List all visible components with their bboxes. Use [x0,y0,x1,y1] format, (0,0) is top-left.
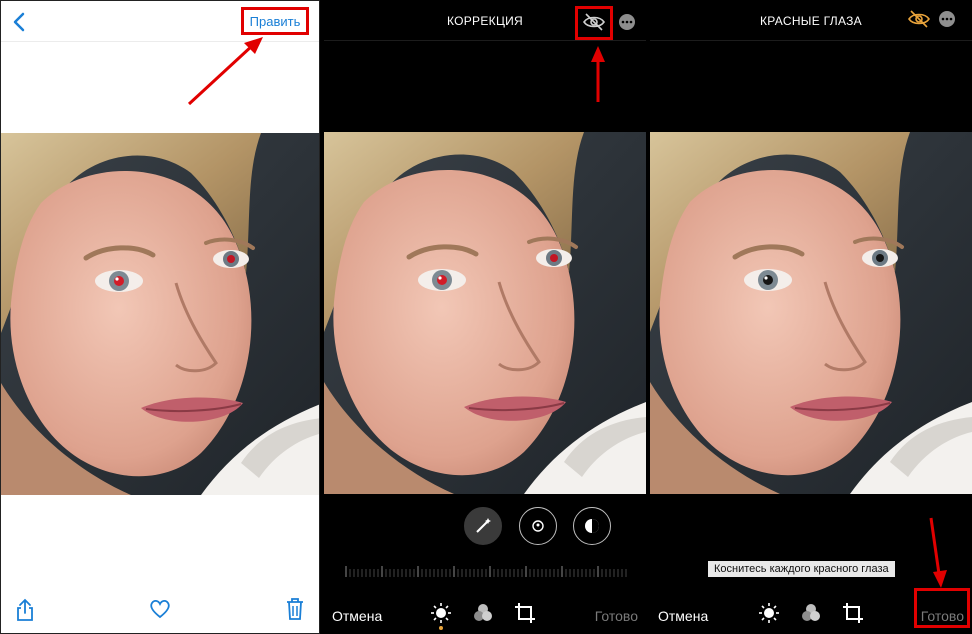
heart-icon[interactable] [149,599,171,619]
instruction-tooltip: Коснитесь каждого красного глаза [708,561,895,577]
crop-icon[interactable] [514,602,536,624]
top-bar: КРАСНЫЕ ГЛАЗА [650,0,972,41]
active-tool-indicator [439,626,443,630]
cancel-button[interactable]: Отмена [658,608,708,624]
red-eye-panel: КРАСНЫЕ ГЛАЗА Коснитесь каждого красного… [650,0,972,634]
edit-correction-panel: КОРРЕКЦИЯ Отмена Готово [324,0,646,634]
cancel-button[interactable]: Отмена [332,608,382,624]
done-button[interactable]: Готово [921,608,964,624]
crop-icon[interactable] [842,602,864,624]
bottom-toolbar: Отмена Готово [650,588,972,634]
filters-icon[interactable] [800,602,822,624]
magic-wand-icon [476,518,491,533]
top-bar: КОРРЕКЦИЯ [324,0,646,41]
adjust-icon[interactable] [758,602,780,624]
portrait-icon [532,520,544,532]
photo[interactable] [650,132,972,494]
portrait-tool-button[interactable] [519,507,557,545]
bottom-toolbar [1,593,319,633]
adjust-icon[interactable] [430,602,452,624]
more-icon[interactable] [938,10,956,28]
filter-tool-button[interactable] [573,507,611,545]
adjustment-slider[interactable] [342,565,628,579]
filter-icon [585,519,599,533]
more-icon[interactable] [618,13,636,31]
photo [1,133,319,495]
photo [324,132,646,494]
red-eye-icon[interactable] [583,13,605,31]
photo-viewer-panel: Править [0,0,320,634]
bottom-toolbar: Отмена Готово [324,594,646,634]
share-icon[interactable] [15,598,35,622]
auto-enhance-button[interactable] [464,507,502,545]
filters-icon[interactable] [472,602,494,624]
edit-button[interactable]: Править [241,7,309,35]
done-button[interactable]: Готово [595,608,638,624]
chevron-left-icon[interactable] [11,11,29,33]
top-navigation-bar: Править [1,1,319,42]
red-eye-icon[interactable] [908,10,930,28]
trash-icon[interactable] [285,597,305,621]
